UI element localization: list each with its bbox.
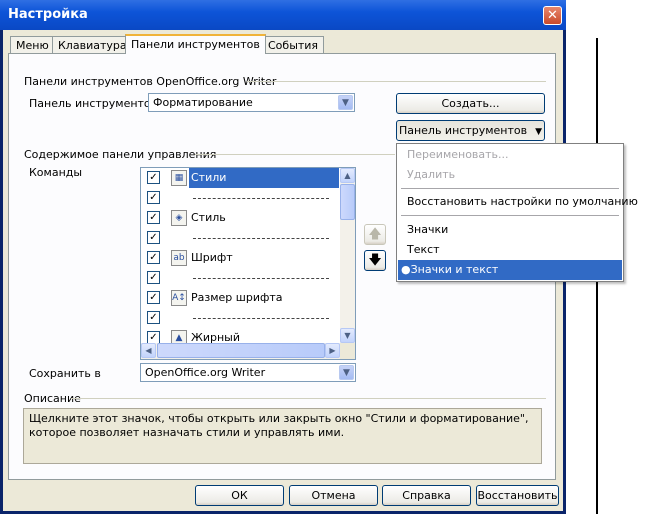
- separator-line: [193, 238, 329, 239]
- commands-label: Команды: [29, 166, 83, 179]
- title-bar[interactable]: Настройка ✕: [0, 0, 566, 30]
- cancel-button[interactable]: Отмена: [289, 485, 378, 506]
- close-icon: ✕: [547, 8, 558, 23]
- menu-item-text[interactable]: Текст: [398, 240, 622, 260]
- list-item[interactable]: ✓ ▦ Стили: [141, 168, 340, 188]
- command-checkbox[interactable]: ✓: [147, 171, 160, 184]
- radio-dot-icon: ●: [401, 263, 411, 276]
- commands-list[interactable]: ✓ ▦ Стили ✓ ✓ ◈ Стиль ✓ ✓ ab Шрифт ✓ ✓ A…: [140, 167, 356, 360]
- tab-toolbars[interactable]: Панели инструментов: [125, 34, 266, 54]
- tab-events[interactable]: События: [262, 36, 325, 53]
- list-item[interactable]: ✓ ab Шрифт: [141, 248, 340, 268]
- content-group-heading: Содержимое панели управления: [24, 148, 217, 161]
- font-ab-icon: ab: [171, 250, 187, 266]
- content-group-divider: [195, 154, 395, 155]
- paint-bucket-icon: ◈: [171, 210, 187, 226]
- save-in-label: Сохранить в: [29, 367, 101, 380]
- horizontal-scroll-thumb[interactable]: [157, 343, 325, 358]
- tab-keyboard[interactable]: Клавиатура: [52, 36, 133, 53]
- scroll-left-icon[interactable]: ◀: [141, 343, 156, 358]
- menu-item-delete[interactable]: Удалить: [398, 165, 622, 185]
- arrow-up-icon: 🡅: [368, 227, 382, 242]
- create-button[interactable]: Создать...: [396, 93, 545, 114]
- styles-icon: ▦: [171, 170, 187, 186]
- tab-menu[interactable]: Меню: [10, 36, 55, 53]
- list-item[interactable]: ✓: [141, 308, 340, 328]
- move-down-button[interactable]: 🡇: [364, 250, 386, 271]
- window-title: Настройка: [8, 7, 88, 22]
- list-item[interactable]: ✓ A↕ Размер шрифта: [141, 288, 340, 308]
- move-up-button[interactable]: 🡅: [364, 224, 386, 245]
- save-in-value: OpenOffice.org Writer: [145, 366, 266, 379]
- command-label: Стили: [189, 168, 339, 188]
- command-checkbox[interactable]: ✓: [147, 251, 160, 264]
- command-label: Стиль: [191, 211, 226, 224]
- command-checkbox[interactable]: ✓: [147, 271, 160, 284]
- command-checkbox[interactable]: ✓: [147, 191, 160, 204]
- separator-line: [193, 198, 329, 199]
- chevron-down-icon[interactable]: ▼: [339, 365, 354, 380]
- font-size-icon: A↕: [171, 290, 187, 306]
- list-item[interactable]: ✓: [141, 188, 340, 208]
- command-checkbox[interactable]: ✓: [147, 231, 160, 244]
- description-text: Щелкните этот значок, чтобы открыть или …: [23, 408, 542, 464]
- help-button[interactable]: Справка: [382, 485, 471, 506]
- command-checkbox[interactable]: ✓: [147, 211, 160, 224]
- description-divider: [71, 398, 546, 399]
- separator-line: [193, 318, 329, 319]
- toolbar-label: Панель инструментов: [29, 97, 158, 110]
- toolbar-select[interactable]: Форматирование ▼: [148, 93, 355, 112]
- command-checkbox[interactable]: ✓: [147, 311, 160, 324]
- toolbar-select-value: Форматирование: [153, 96, 253, 109]
- scroll-up-icon[interactable]: ▲: [340, 168, 355, 183]
- command-label: Размер шрифта: [191, 291, 283, 304]
- scroll-down-icon[interactable]: ▼: [340, 328, 355, 343]
- command-label: Шрифт: [191, 251, 233, 264]
- chevron-down-icon: ▼: [535, 127, 543, 137]
- toolbar-menu-button-label: Панель инструментов: [398, 124, 528, 137]
- list-item[interactable]: ✓ ◈ Стиль: [141, 208, 340, 228]
- ok-button[interactable]: ОК: [195, 485, 284, 506]
- toolbar-menu-button[interactable]: Панель инструментов ▼: [396, 120, 545, 141]
- commands-horizontal-scrollbar[interactable]: ◀ ▶: [141, 343, 340, 359]
- menu-item-rename[interactable]: Переименовать...: [398, 145, 622, 165]
- command-checkbox[interactable]: ✓: [147, 291, 160, 304]
- menu-item-icons-and-text[interactable]: ●Значки и текст: [398, 260, 622, 280]
- reset-button[interactable]: Восстановить: [476, 485, 559, 506]
- menu-separator: [401, 215, 619, 216]
- separator-line: [193, 278, 329, 279]
- list-item[interactable]: ✓: [141, 228, 340, 248]
- chevron-down-icon[interactable]: ▼: [338, 95, 353, 110]
- commands-vertical-scrollbar[interactable]: ▲ ▼: [340, 168, 355, 343]
- menu-separator: [401, 188, 619, 189]
- arrow-down-icon: 🡇: [368, 253, 382, 268]
- list-item[interactable]: ✓: [141, 268, 340, 288]
- toolbars-group-divider: [247, 81, 546, 82]
- scrollbar-corner: [340, 343, 355, 359]
- scroll-right-icon[interactable]: ▶: [325, 343, 340, 358]
- save-in-select[interactable]: OpenOffice.org Writer ▼: [140, 363, 356, 382]
- close-button[interactable]: ✕: [543, 6, 562, 25]
- toolbars-group-heading: Панели инструментов OpenOffice.org Write…: [24, 75, 277, 88]
- menu-item-icons-and-text-label: Значки и текст: [410, 263, 499, 276]
- menu-item-restore-defaults[interactable]: Восстановить настройки по умолчанию: [398, 192, 638, 212]
- save-in-label-text: Сохранить в: [29, 367, 101, 380]
- vertical-scroll-thumb[interactable]: [340, 184, 355, 220]
- toolbar-popup-menu: Переименовать... Удалить Восстановить на…: [396, 143, 638, 282]
- menu-item-icons[interactable]: Значки: [398, 220, 622, 240]
